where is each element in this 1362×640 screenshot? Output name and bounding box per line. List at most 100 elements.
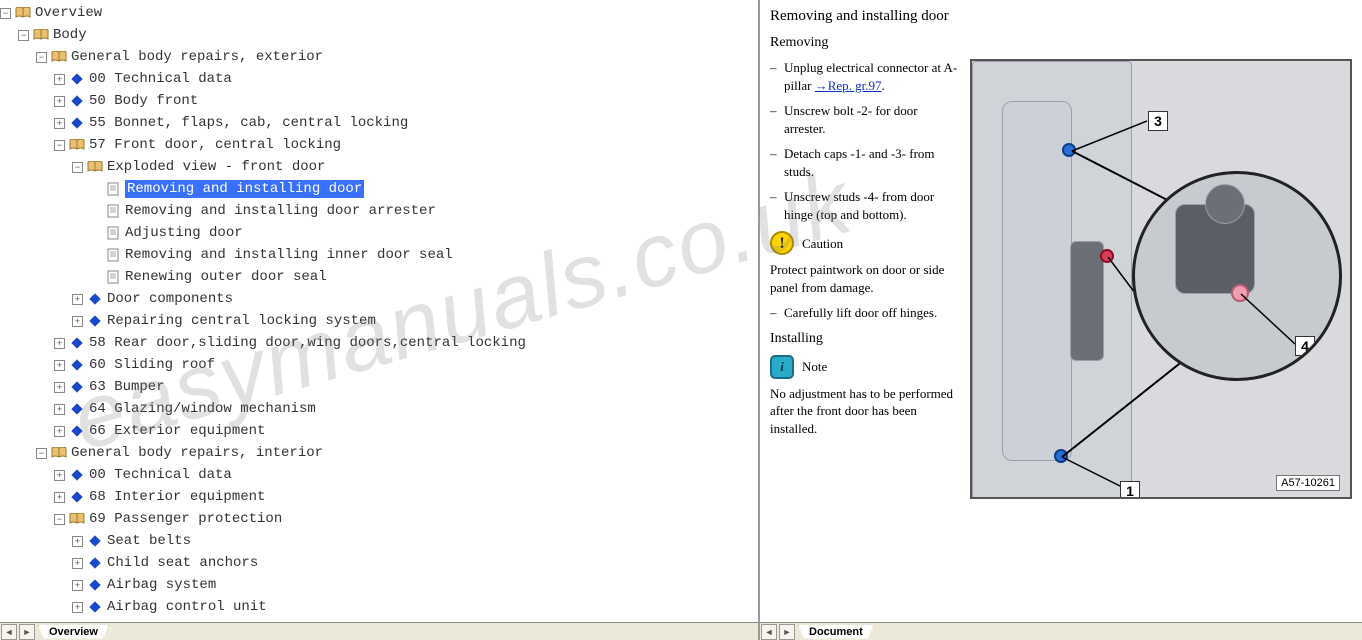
tree-node[interactable]: + Door components [0, 288, 758, 310]
diamond-icon [69, 336, 85, 350]
tree-label[interactable]: 63 Bumper [89, 379, 165, 395]
tree-node[interactable]: + Child seat anchors [0, 552, 758, 574]
tree-label[interactable]: Exploded view - front door [107, 159, 325, 175]
doc-tab-nav-next[interactable]: ► [779, 624, 795, 640]
tree-node[interactable]: − General body repairs, interior [0, 442, 758, 464]
tree-node[interactable]: − 57 Front door, central locking [0, 134, 758, 156]
tree-label[interactable]: Removing and installing inner door seal [125, 247, 453, 263]
collapse-toggle[interactable]: − [36, 448, 47, 459]
doc-tab-bar: ◄ ► Document [760, 622, 1362, 640]
tree-label[interactable]: General body repairs, exterior [71, 49, 323, 65]
tree-label[interactable]: 00 Technical data [89, 467, 232, 483]
expand-toggle[interactable]: + [54, 74, 65, 85]
tree-node[interactable]: +55 Bonnet, flaps, cab, central locking [0, 112, 758, 134]
expand-toggle[interactable]: + [54, 96, 65, 107]
tree-node[interactable]: +00 Technical data [0, 68, 758, 90]
tree-node[interactable]: Adjusting door [0, 222, 758, 244]
callout-3: 3 [1148, 111, 1168, 131]
tree-label[interactable]: Repairing central locking system [107, 313, 376, 329]
expand-toggle[interactable]: + [54, 382, 65, 393]
tree-node[interactable]: +58 Rear door,sliding door,wing doors,ce… [0, 332, 758, 354]
expand-toggle[interactable]: + [54, 470, 65, 481]
expand-toggle[interactable]: + [72, 536, 83, 547]
tree-node[interactable]: + Airbag system [0, 574, 758, 596]
collapse-toggle[interactable]: − [72, 162, 83, 173]
tree-node[interactable]: +50 Body front [0, 90, 758, 112]
tree-node[interactable]: +66 Exterior equipment [0, 420, 758, 442]
tree-label[interactable]: Seat belts [107, 533, 191, 549]
tree-label[interactable]: 55 Bonnet, flaps, cab, central locking [89, 115, 408, 131]
book-icon [69, 512, 85, 526]
tree-label[interactable]: Airbag system [107, 577, 216, 593]
tree-label[interactable]: 58 Rear door,sliding door,wing doors,cen… [89, 335, 526, 351]
tree-node[interactable]: − Exploded view - front door [0, 156, 758, 178]
detail-circle: 4 [1132, 171, 1342, 381]
expand-toggle[interactable]: + [54, 338, 65, 349]
page-icon [105, 270, 121, 284]
tree-node[interactable]: Removing and installing door [0, 178, 758, 200]
collapse-toggle[interactable]: − [54, 514, 65, 525]
expand-toggle[interactable]: + [54, 492, 65, 503]
tree-node[interactable]: + Seat belts [0, 530, 758, 552]
expand-toggle[interactable]: + [72, 558, 83, 569]
tree-label[interactable]: Child seat anchors [107, 555, 258, 571]
expand-toggle[interactable]: + [54, 118, 65, 129]
collapse-toggle[interactable]: − [18, 30, 29, 41]
expand-toggle[interactable]: + [72, 294, 83, 305]
caution-text: Protect paintwork on door or side panel … [770, 261, 960, 296]
tree-node[interactable]: Renewing outer door seal [0, 266, 758, 288]
expand-toggle[interactable]: + [54, 404, 65, 415]
expand-toggle[interactable]: + [54, 360, 65, 371]
tab-nav-next[interactable]: ► [19, 624, 35, 640]
tree-label[interactable]: Airbag control unit [107, 599, 267, 615]
tree-label[interactable]: Removing and installing door [125, 180, 364, 198]
tree-node[interactable]: +60 Sliding roof [0, 354, 758, 376]
tree-node[interactable]: Removing and installing door arrester [0, 200, 758, 222]
caution-label: Caution [802, 235, 843, 253]
page-icon [105, 182, 121, 196]
tree-label[interactable]: 57 Front door, central locking [89, 137, 341, 153]
tree-node[interactable]: +68 Interior equipment [0, 486, 758, 508]
tree-node[interactable]: Removing and installing inner door seal [0, 244, 758, 266]
collapse-toggle[interactable]: − [36, 52, 47, 63]
tree-node[interactable]: +64 Glazing/window mechanism [0, 398, 758, 420]
tree-node[interactable]: − Body [0, 24, 758, 46]
book-icon [15, 6, 31, 20]
tree-label[interactable]: 50 Body front [89, 93, 198, 109]
tree-label[interactable]: 66 Exterior equipment [89, 423, 265, 439]
diamond-icon [87, 534, 103, 548]
tree-label[interactable]: Adjusting door [125, 225, 243, 241]
navigation-tree[interactable]: −Overview−Body−General body repairs, ext… [0, 0, 760, 622]
collapse-toggle[interactable]: − [0, 8, 11, 19]
tree-node[interactable]: +63 Bumper [0, 376, 758, 398]
expand-toggle[interactable]: + [72, 316, 83, 327]
tree-node[interactable]: + Repairing central locking system [0, 310, 758, 332]
tab-overview[interactable]: Overview [38, 625, 109, 639]
note-label: Note [802, 358, 827, 376]
tree-label[interactable]: Body [53, 27, 87, 43]
tree-node[interactable]: + Airbag control unit [0, 596, 758, 618]
doc-text: –Unplug electrical connector at A-pillar… [770, 59, 960, 499]
collapse-toggle[interactable]: − [54, 140, 65, 151]
expand-toggle[interactable]: + [72, 602, 83, 613]
tree-label[interactable]: Overview [35, 5, 102, 21]
expand-toggle[interactable]: + [72, 580, 83, 591]
expand-toggle[interactable]: + [54, 426, 65, 437]
doc-tab-nav-prev[interactable]: ◄ [761, 624, 777, 640]
tree-label[interactable]: 64 Glazing/window mechanism [89, 401, 316, 417]
tree-label[interactable]: 60 Sliding roof [89, 357, 215, 373]
tree-label[interactable]: Removing and installing door arrester [125, 203, 436, 219]
tree-node[interactable]: − 69 Passenger protection [0, 508, 758, 530]
tree-label[interactable]: Renewing outer door seal [125, 269, 327, 285]
tab-document[interactable]: Document [798, 625, 874, 639]
tree-label[interactable]: General body repairs, interior [71, 445, 323, 461]
tree-label[interactable]: 00 Technical data [89, 71, 232, 87]
tab-nav-prev[interactable]: ◄ [1, 624, 17, 640]
tree-label[interactable]: Door components [107, 291, 233, 307]
ref-link[interactable]: →Rep. gr.97 [815, 78, 882, 93]
tree-label[interactable]: 69 Passenger protection [89, 511, 282, 527]
tree-label[interactable]: 68 Interior equipment [89, 489, 265, 505]
tree-node[interactable]: +00 Technical data [0, 464, 758, 486]
tree-node[interactable]: − Overview [0, 2, 758, 24]
tree-node[interactable]: − General body repairs, exterior [0, 46, 758, 68]
